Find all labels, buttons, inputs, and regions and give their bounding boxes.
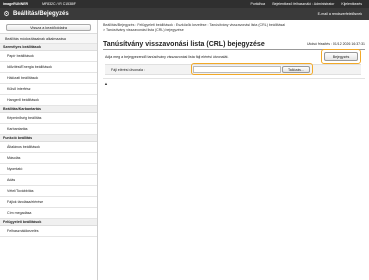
back-to-portal-button[interactable]: Vissza a kezdőoldalra bbox=[6, 24, 91, 31]
sidebar-item[interactable]: Fájlok tárolása/elérése bbox=[0, 197, 97, 208]
sidebar-category: Felügyeleti beállítások bbox=[0, 219, 97, 226]
logout-link[interactable]: Kijelentkezés bbox=[341, 2, 362, 6]
top-bar: imageRUNNER MF832C / iR C1538iF Portálho… bbox=[0, 0, 369, 8]
page-section-title: Beállítás/Bejegyzés bbox=[13, 11, 69, 17]
sidebar-item[interactable]: Hálózati beállítások bbox=[0, 73, 97, 84]
sidebar-item[interactable]: Vétel/Továbbítás bbox=[0, 186, 97, 197]
file-highlight bbox=[191, 63, 313, 75]
last-updated: Utolsó frissítés : 01/12 2026 16:37:31 bbox=[307, 42, 365, 46]
sidebar-item[interactable]: Papír beállítások bbox=[0, 51, 97, 62]
gear-icon: ⚙ bbox=[3, 10, 10, 18]
email-admin-link[interactable]: E-mail a rendszerfelelősnek bbox=[318, 12, 362, 16]
breadcrumb-current: > Tanúsítvány visszavonási lista (CRL) b… bbox=[103, 27, 184, 32]
sidebar-item[interactable]: Időzítési/Energia beállítások bbox=[0, 62, 97, 73]
portal-link[interactable]: Portálhoz bbox=[251, 2, 266, 6]
page-title: Tanúsítvány visszavonási lista (CRL) bej… bbox=[103, 40, 265, 48]
sidebar-category: Funkció beállítás bbox=[0, 135, 97, 142]
file-path-label: Fájl elérési útvonala : bbox=[111, 67, 145, 72]
breadcrumb-path[interactable]: Beállítás/Bejegyzés : Felügyeleti beállí… bbox=[103, 23, 285, 27]
back-to-top-icon[interactable]: ▲ bbox=[104, 81, 108, 86]
sidebar-item[interactable]: Másolás bbox=[0, 153, 97, 164]
sidebar-item[interactable]: Felhasználókezelés bbox=[0, 226, 97, 237]
divider bbox=[103, 78, 365, 79]
title-bar: ⚙ Beállítás/Bejegyzés E-mail a rendszerf… bbox=[0, 8, 369, 20]
sidebar-item[interactable]: Általános beállítások bbox=[0, 142, 97, 153]
breadcrumb: Beállítás/Bejegyzés : Felügyeleti beállí… bbox=[103, 23, 365, 32]
sidebar-item[interactable]: Cím megadása bbox=[0, 208, 97, 219]
sidebar-item[interactable]: Karbantartás bbox=[0, 124, 97, 135]
sidebar-category: Beállítás/Karbantartás bbox=[0, 106, 97, 113]
brand-logo: imageRUNNER bbox=[3, 2, 29, 6]
device-name: MF832C / iR C1538iF bbox=[42, 2, 76, 6]
sidebar-item[interactable]: Adás bbox=[0, 175, 97, 186]
login-user: Bejelentkező felhasználó : Administrator bbox=[272, 2, 335, 6]
register-button[interactable]: Bejegyzés bbox=[324, 52, 358, 61]
sidebar-category: Személyes beállítások bbox=[0, 44, 97, 51]
sidebar-item[interactable]: Beállítás módosításainak alkalmazása bbox=[0, 33, 97, 44]
sidebar-item[interactable]: Nyomtató bbox=[0, 164, 97, 175]
sidebar-item[interactable]: Képminőség beállítás bbox=[0, 113, 97, 124]
sidebar-item[interactable]: Hangerő beállítások bbox=[0, 95, 97, 106]
main-content: Beállítás/Bejegyzés : Felügyeleti beállí… bbox=[98, 20, 369, 280]
sidebar-item[interactable]: Külső interfész bbox=[0, 84, 97, 95]
sidebar: Vissza a kezdőoldalra Beállítás módosítá… bbox=[0, 20, 98, 280]
instruction-text: Adja meg a bejegyezendő tanúsítvány viss… bbox=[105, 55, 229, 59]
